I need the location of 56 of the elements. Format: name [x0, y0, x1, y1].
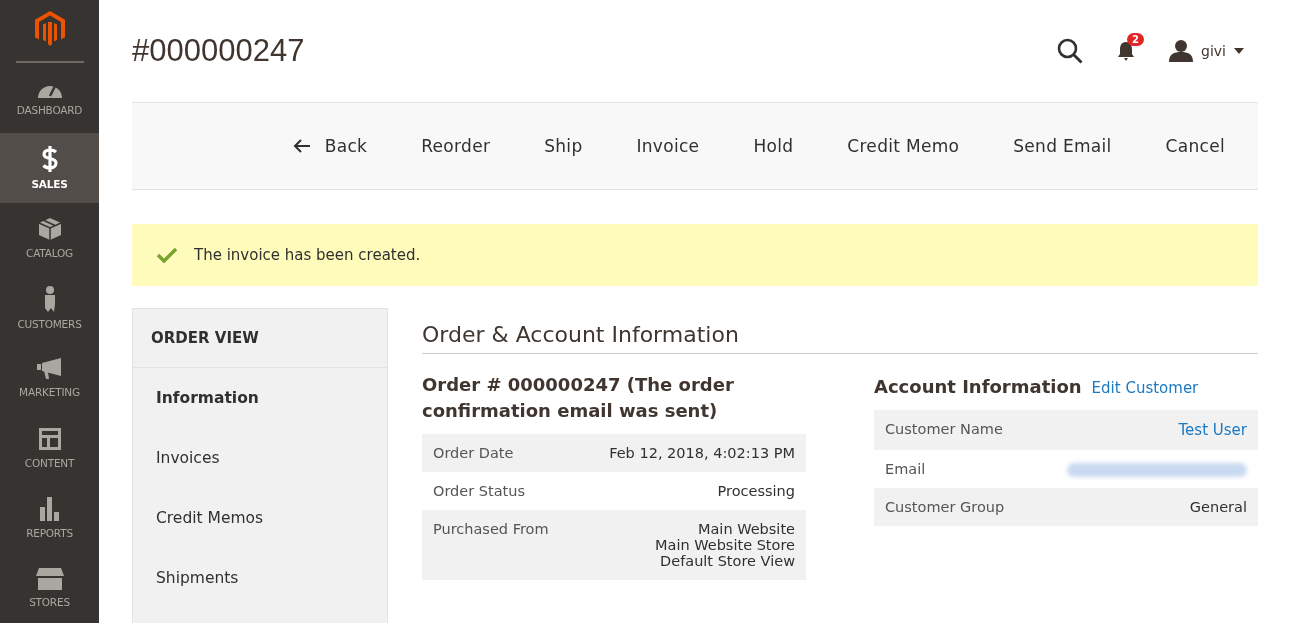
action-button[interactable]: Back	[269, 126, 391, 166]
action-button[interactable]: Cancel	[1142, 126, 1248, 166]
tab[interactable]: Shipments	[133, 548, 387, 608]
dollar-sign-icon	[41, 146, 58, 172]
nav-item[interactable]: CONTENT	[0, 413, 99, 483]
nav-item[interactable]: REPORTS	[0, 483, 99, 553]
field-label: Customer Name	[885, 421, 1003, 438]
field-label: Email	[885, 461, 926, 478]
action-button[interactable]: Hold	[730, 126, 817, 166]
megaphone-icon	[36, 358, 63, 380]
field-value: Feb 12, 2018, 4:02:13 PM	[609, 445, 795, 462]
message-text: The invoice has been created.	[194, 246, 421, 264]
storefront-icon	[35, 568, 64, 590]
tab[interactable]: Credit Memos	[133, 488, 387, 548]
field-value: Main Website Store	[655, 537, 795, 554]
person-icon	[42, 286, 57, 312]
notification-count: 2	[1127, 33, 1144, 46]
nav-item[interactable]: MARKETING	[0, 343, 99, 413]
user-menu[interactable]: givi	[1169, 40, 1244, 62]
field-value: Processing	[717, 483, 795, 500]
tab[interactable]: Invoices	[133, 428, 387, 488]
search-icon[interactable]	[1057, 38, 1084, 64]
bell-icon[interactable]	[1117, 41, 1136, 61]
nav-item[interactable]: CUSTOMERS	[0, 273, 99, 343]
edit-customer-link[interactable]: Edit Customer	[1091, 379, 1199, 397]
action-button[interactable]: Credit Memo	[824, 126, 983, 166]
field-label: Order Date	[433, 445, 514, 462]
panel-title: ORDER VIEW	[133, 309, 387, 368]
action-button[interactable]: Send Email	[990, 126, 1135, 166]
order-title: Order # 000000247 (The order confirmation email was sent)	[422, 373, 735, 424]
page-title: #000000247	[132, 33, 305, 69]
checkmark-icon	[156, 247, 178, 263]
caret-icon	[1234, 48, 1244, 54]
logo-icon	[34, 11, 65, 46]
account-title: Account Information	[874, 375, 1082, 399]
field-label: Customer Group	[885, 499, 1005, 516]
customer-link[interactable]: Test User	[1178, 421, 1247, 440]
arrow-left-icon	[292, 139, 311, 153]
field-value: Default Store View	[659, 553, 795, 570]
layout-icon	[37, 427, 62, 451]
action-button[interactable]: Ship	[521, 126, 606, 166]
nav-item[interactable]: STORES	[0, 553, 99, 623]
action-button[interactable]: Reorder	[398, 126, 514, 166]
nav-item[interactable]: CATALOG	[0, 203, 99, 273]
user-icon	[1169, 40, 1194, 62]
field-label: Purchased From	[433, 521, 549, 538]
nav-item[interactable]: SALES	[0, 133, 99, 203]
action-button[interactable]: Invoice	[613, 126, 723, 166]
section-title: Order & Account Information	[422, 322, 1258, 354]
bar-chart-icon	[37, 497, 62, 521]
nav-item[interactable]: DASHBOARD	[0, 63, 99, 133]
box-icon	[37, 217, 62, 241]
field-value: General	[1189, 499, 1247, 516]
field-value: Main Website	[696, 521, 795, 538]
field-label: Order Status	[433, 483, 526, 500]
tab[interactable]: Information	[133, 368, 387, 428]
